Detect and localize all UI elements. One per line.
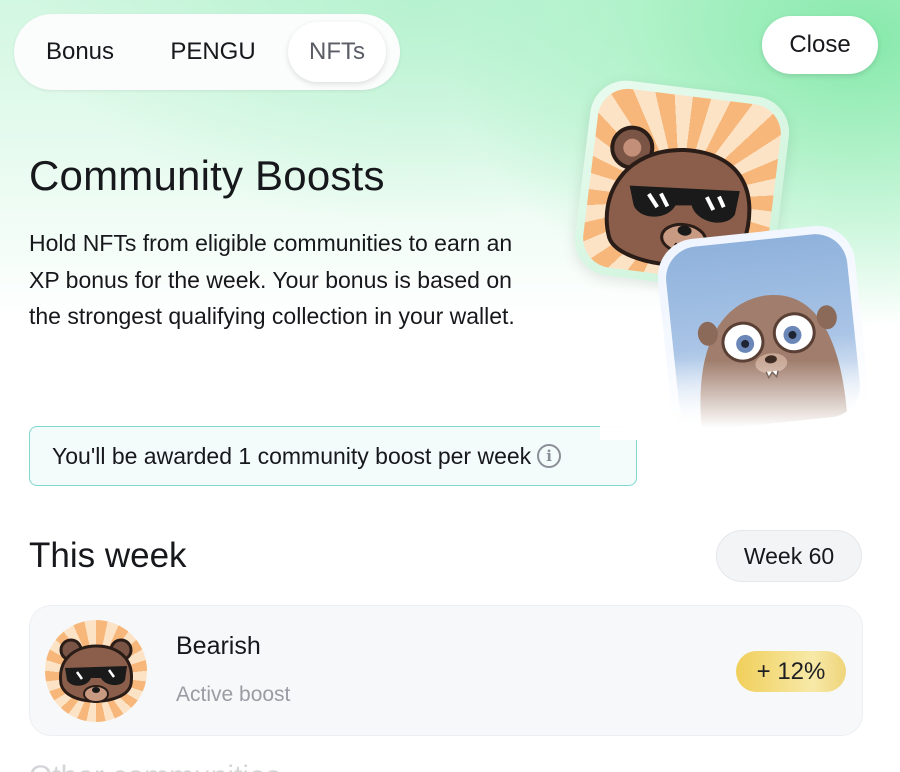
week-badge: Week 60 <box>716 530 862 582</box>
info-icon[interactable]: i <box>537 444 562 468</box>
award-notice: You'll be awarded 1 community boost per … <box>29 426 637 486</box>
boost-status: Active boost <box>176 683 291 706</box>
boost-name: Bearish <box>176 632 261 660</box>
other-communities-title: Other communities <box>29 760 281 772</box>
page-description: Hold NFTs from eligible communities to e… <box>29 230 515 329</box>
boost-card[interactable]: Bearish Active boost + 12% <box>29 605 863 736</box>
tab-pengu[interactable]: PENGU <box>138 22 288 82</box>
page-title: Community Boosts <box>29 152 385 199</box>
close-button[interactable]: Close <box>762 16 878 74</box>
bearish-avatar <box>45 620 147 722</box>
bear-avatar-illustration <box>59 638 133 703</box>
tab-nfts[interactable]: NFTs <box>288 22 386 82</box>
tab-bar: Bonus PENGU NFTs <box>14 14 400 90</box>
this-week-title: This week <box>29 536 187 575</box>
tab-bonus[interactable]: Bonus <box>22 22 138 82</box>
boost-bonus-badge: + 12% <box>736 651 846 692</box>
award-notice-text: You'll be awarded 1 community boost per … <box>52 442 532 469</box>
art-fade <box>600 360 900 440</box>
